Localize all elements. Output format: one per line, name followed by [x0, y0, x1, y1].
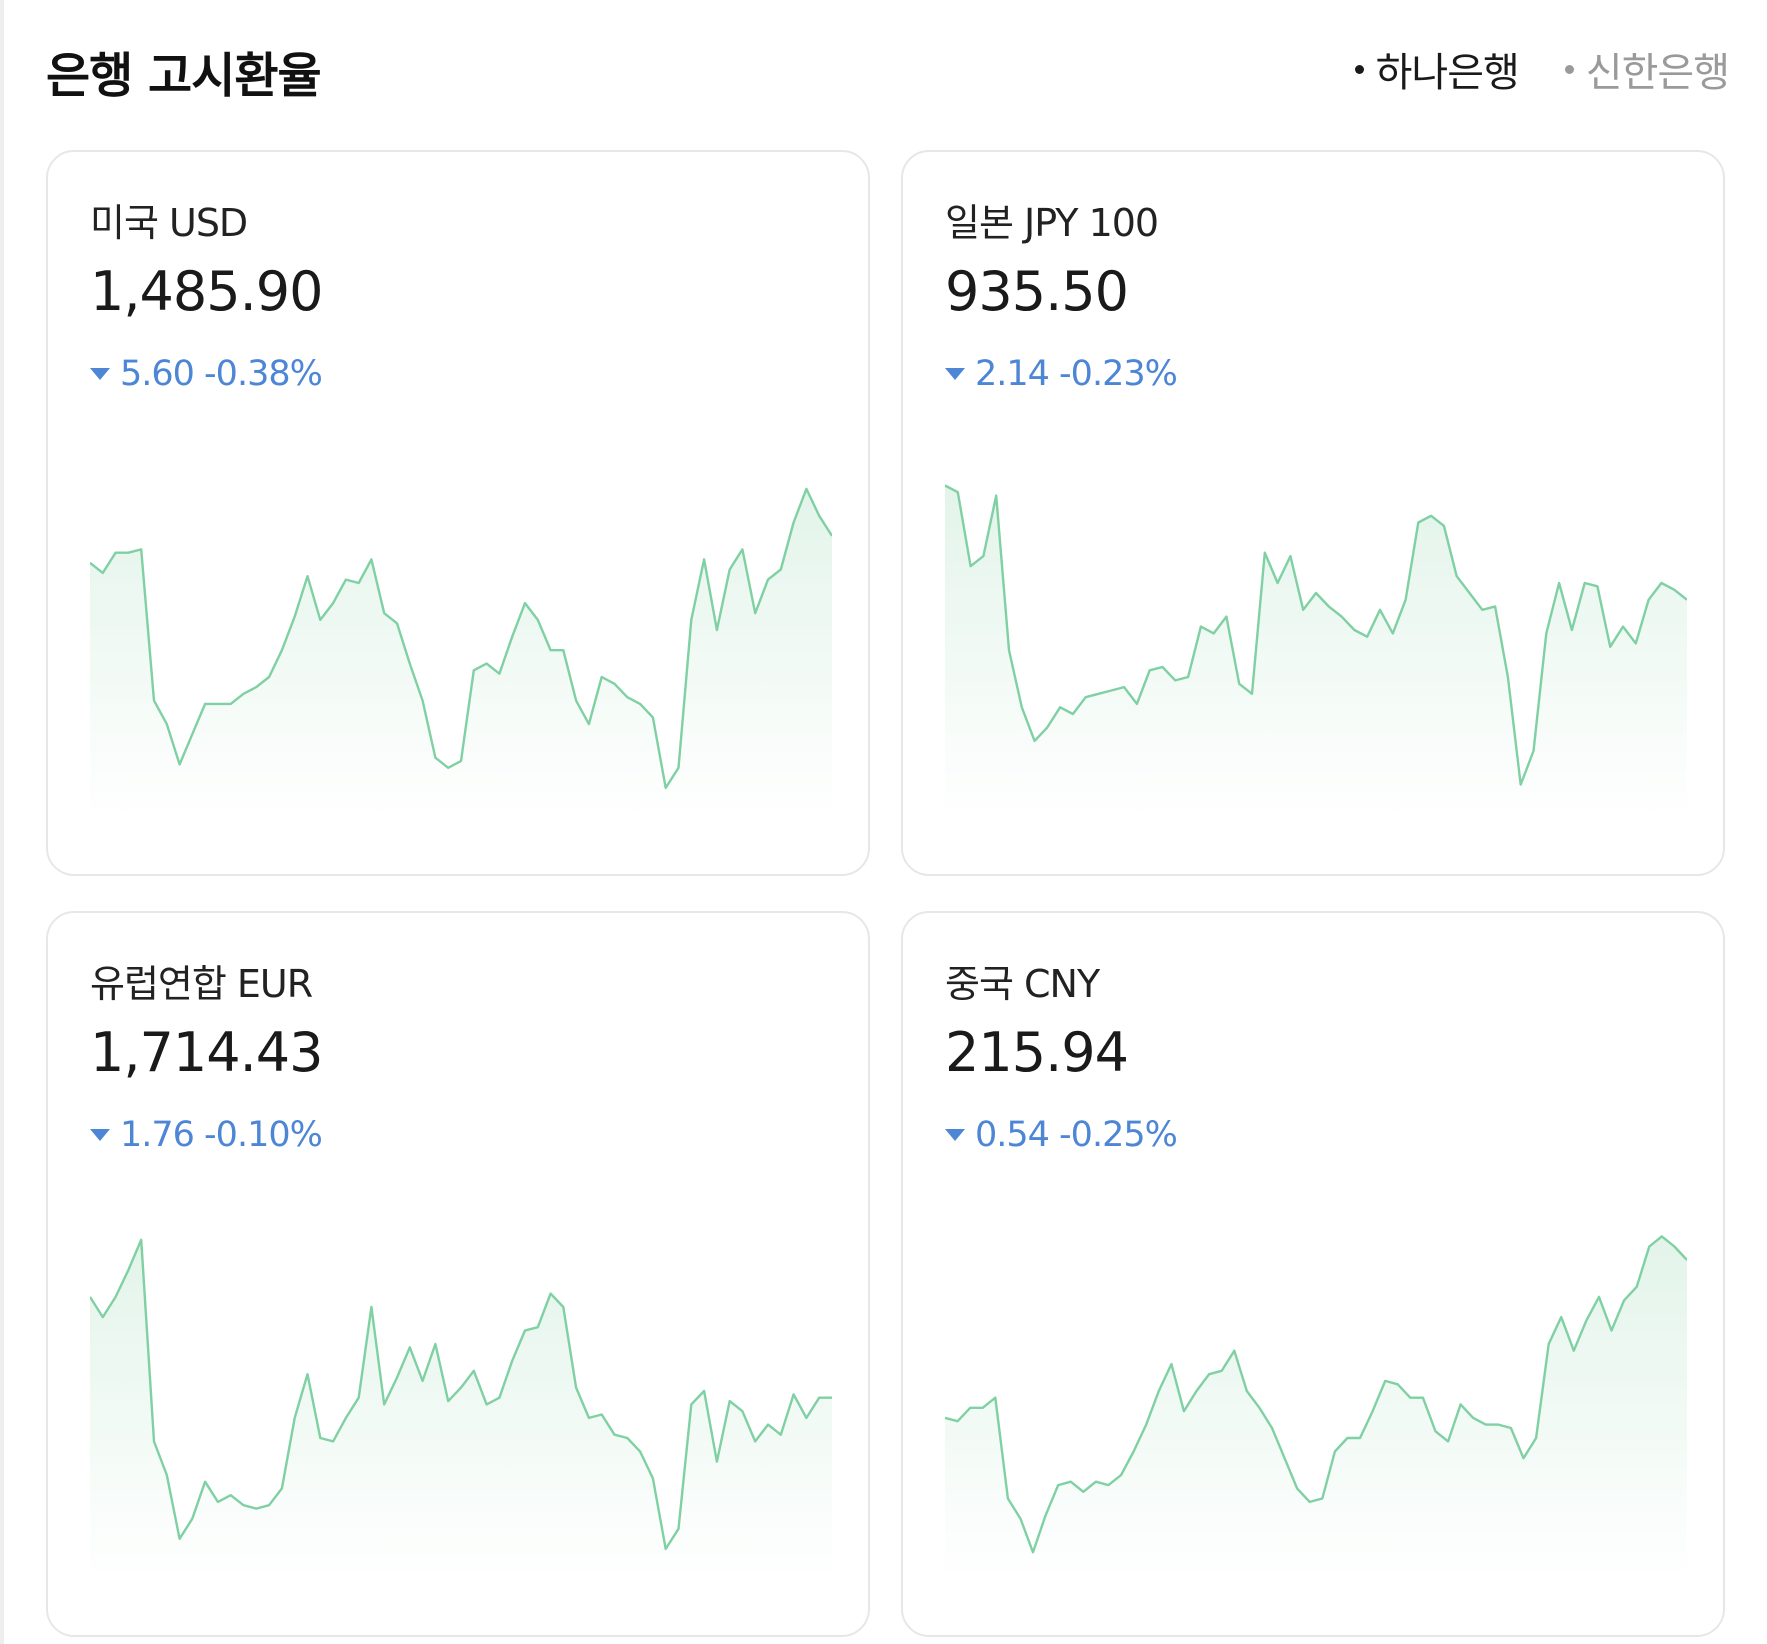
rate-card-cny[interactable]: 중국 CNY 215.94 0.54 -0.25% [901, 911, 1725, 1637]
exchange-rate-page: 은행 고시환율 하나은행 신한은행 미국 USD 1,485.90 5.60 -… [0, 0, 1767, 1644]
sparkline-chart [945, 1235, 1687, 1583]
rate-change-text: 2.14 -0.23% [975, 354, 1178, 394]
exchange-rate-value: 1,485.90 [90, 260, 323, 323]
sparkline-area [945, 1236, 1687, 1583]
page-title: 은행 고시환율 [46, 48, 322, 104]
bank-tab-label: 하나은행 [1375, 50, 1520, 96]
sparkline-chart [90, 1238, 832, 1583]
sparkline-area [945, 485, 1687, 822]
bank-tab-label: 신한은행 [1585, 50, 1730, 96]
rate-card-eur[interactable]: 유럽연합 EUR 1,714.43 1.76 -0.10% [46, 911, 870, 1637]
bullet-dot-icon [1354, 64, 1364, 74]
sparkline-area [90, 488, 832, 822]
bank-selector: 하나은행 신한은행 [1354, 40, 1730, 98]
currency-name: 유럽연합 EUR [90, 962, 313, 1006]
rate-change-text: 0.54 -0.25% [975, 1115, 1178, 1155]
rate-change: 2.14 -0.23% [945, 354, 1178, 394]
triangle-down-icon [90, 1129, 110, 1141]
currency-name: 중국 CNY [945, 962, 1100, 1006]
sparkline-chart [90, 487, 832, 822]
currency-name: 미국 USD [90, 201, 248, 245]
bank-tab-shinhan[interactable]: 신한은행 [1564, 40, 1730, 98]
rate-change: 0.54 -0.25% [945, 1115, 1178, 1155]
sparkline-chart [945, 484, 1687, 822]
rate-card-jpy[interactable]: 일본 JPY 100 935.50 2.14 -0.23% [901, 150, 1725, 876]
rate-change: 5.60 -0.38% [90, 354, 323, 394]
rate-change-text: 1.76 -0.10% [120, 1115, 323, 1155]
rate-change-text: 5.60 -0.38% [120, 354, 323, 394]
left-edge-divider [0, 0, 4, 1644]
currency-name: 일본 JPY 100 [945, 201, 1159, 245]
triangle-down-icon [945, 368, 965, 380]
bullet-dot-icon [1564, 64, 1574, 74]
exchange-rate-value: 935.50 [945, 260, 1129, 323]
exchange-rate-value: 1,714.43 [90, 1021, 323, 1084]
rate-change: 1.76 -0.10% [90, 1115, 323, 1155]
rate-card-usd[interactable]: 미국 USD 1,485.90 5.60 -0.38% [46, 150, 870, 876]
triangle-down-icon [90, 368, 110, 380]
bank-tab-hana[interactable]: 하나은행 [1354, 40, 1520, 98]
triangle-down-icon [945, 1129, 965, 1141]
sparkline-area [90, 1239, 832, 1583]
exchange-rate-value: 215.94 [945, 1021, 1129, 1084]
